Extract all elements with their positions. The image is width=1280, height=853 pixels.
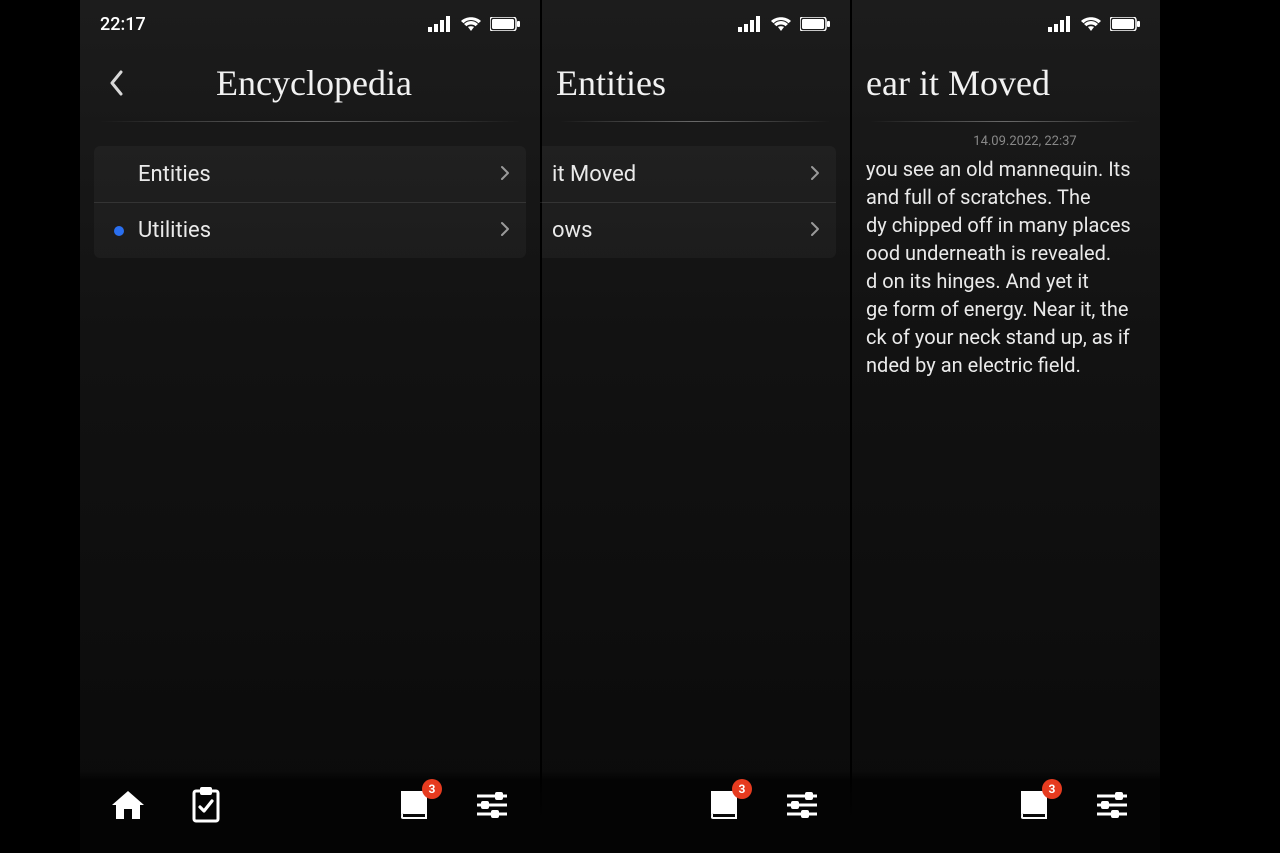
page-title: Entities — [556, 62, 830, 104]
status-indicators — [1048, 16, 1140, 32]
sliders-icon — [785, 791, 819, 819]
chevron-right-icon — [810, 162, 820, 187]
nav-home-button[interactable] — [106, 783, 150, 827]
list-item-label: Entities — [138, 162, 500, 187]
header-divider — [100, 121, 520, 122]
nav-tasks-button[interactable] — [184, 783, 228, 827]
wifi-icon — [1080, 16, 1102, 32]
sliders-icon — [1095, 791, 1129, 819]
screen-header: Entities — [540, 48, 850, 122]
status-bar — [850, 0, 1160, 48]
article-timestamp: 14.09.2022, 22:37 — [910, 134, 1140, 149]
nav-encyclopedia-button[interactable]: 3 — [392, 783, 436, 827]
category-list: Entities Utilities — [94, 146, 526, 258]
signal-icon — [428, 16, 452, 32]
battery-icon — [800, 17, 830, 31]
home-icon — [110, 789, 146, 821]
chevron-left-icon — [108, 70, 124, 96]
header-divider — [870, 121, 1140, 122]
battery-icon — [1110, 17, 1140, 31]
status-time: 22:17 — [100, 14, 146, 35]
bottom-nav: 3 — [540, 771, 850, 853]
wifi-icon — [770, 16, 792, 32]
status-bar: 22:17 — [80, 0, 540, 48]
wifi-icon — [460, 16, 482, 32]
clipboard-check-icon — [191, 787, 221, 823]
list-item-label: it Moved — [552, 162, 810, 187]
list-item-label: ows — [552, 218, 810, 243]
status-bar — [540, 0, 850, 48]
page-title: ear it Moved — [866, 62, 1140, 104]
notification-badge: 3 — [1042, 779, 1062, 799]
battery-icon — [490, 17, 520, 31]
list-item-label: Utilities — [138, 218, 500, 243]
nav-settings-button[interactable] — [1090, 783, 1134, 827]
phone-screen-article: ear it Moved 14.09.2022, 22:37 you see a… — [850, 0, 1160, 853]
phone-screen-entities: Entities it Moved ows — [540, 0, 850, 853]
chevron-right-icon — [810, 218, 820, 243]
back-button[interactable] — [100, 63, 132, 103]
entities-list: it Moved ows — [540, 146, 836, 258]
unread-dot-icon — [114, 226, 124, 236]
nav-settings-button[interactable] — [470, 783, 514, 827]
list-item-entities[interactable]: Entities — [94, 146, 526, 202]
phone-screen-encyclopedia: 22:17 Encyclopedia Entities — [80, 0, 540, 853]
bottom-nav: 3 — [80, 771, 540, 853]
status-indicators — [738, 16, 830, 32]
chevron-right-icon — [500, 162, 510, 187]
article-body: you see an old mannequin. Its and full o… — [866, 155, 1140, 379]
list-item[interactable]: ows — [540, 202, 836, 258]
page-title: Encyclopedia — [132, 62, 520, 104]
signal-icon — [1048, 16, 1072, 32]
list-item[interactable]: it Moved — [540, 146, 836, 202]
notification-badge: 3 — [422, 779, 442, 799]
article-content: 14.09.2022, 22:37 you see an old mannequ… — [850, 122, 1160, 379]
nav-encyclopedia-button[interactable]: 3 — [702, 783, 746, 827]
list-item-utilities[interactable]: Utilities — [94, 202, 526, 258]
bottom-nav: 3 — [850, 771, 1160, 853]
screen-header: ear it Moved — [850, 48, 1160, 122]
nav-settings-button[interactable] — [780, 783, 824, 827]
chevron-right-icon — [500, 218, 510, 243]
status-indicators — [428, 16, 520, 32]
notification-badge: 3 — [732, 779, 752, 799]
signal-icon — [738, 16, 762, 32]
screen-header: Encyclopedia — [80, 48, 540, 122]
header-divider — [560, 121, 830, 122]
nav-encyclopedia-button[interactable]: 3 — [1012, 783, 1056, 827]
sliders-icon — [475, 791, 509, 819]
